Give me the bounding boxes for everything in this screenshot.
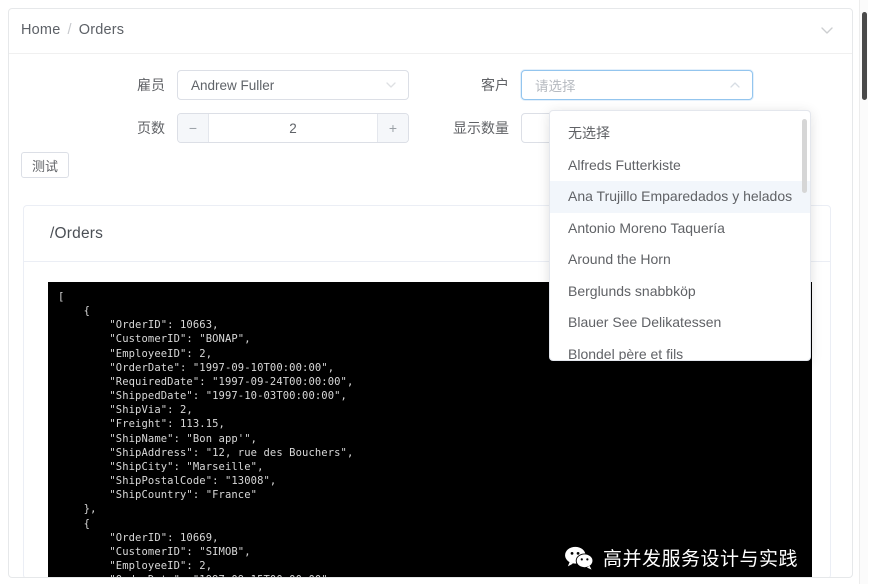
customer-label: 客户 <box>449 75 509 95</box>
dropdown-scrollbar-thumb[interactable] <box>802 119 807 193</box>
form-row-employee: 雇员 Andrew Fuller <box>9 70 409 100</box>
page-scrollbar[interactable] <box>859 0 868 584</box>
test-button[interactable]: 测试 <box>21 152 69 178</box>
customer-dropdown-list: 无选择 Alfreds Futterkiste Ana Trujillo Emp… <box>550 111 810 361</box>
breadcrumb-bar: Home / Orders <box>9 9 852 54</box>
display-count-label: 显示数量 <box>449 118 509 138</box>
page-count-label: 页数 <box>137 118 165 138</box>
page-count-increment-button[interactable]: + <box>377 114 408 142</box>
breadcrumb-item-orders[interactable]: Orders <box>79 22 125 38</box>
card-title: /Orders <box>50 225 103 243</box>
page-count-stepper[interactable]: − 2 + <box>177 113 409 143</box>
page-count-input[interactable]: 2 <box>209 114 377 142</box>
dropdown-item[interactable]: 无选择 <box>550 118 810 150</box>
customer-select-placeholder: 请选择 <box>522 75 576 95</box>
page-count-decrement-button[interactable]: − <box>178 114 209 142</box>
dropdown-item[interactable]: Blondel père et fils <box>550 339 810 362</box>
chevron-down-icon[interactable] <box>818 21 836 39</box>
breadcrumb-item-home[interactable]: Home <box>21 22 60 38</box>
customer-select[interactable]: 请选择 <box>521 70 753 100</box>
breadcrumb: Home / Orders <box>21 22 124 38</box>
dropdown-scrollbar[interactable] <box>802 119 807 355</box>
breadcrumb-separator: / <box>67 22 71 38</box>
page-scrollbar-thumb[interactable] <box>862 12 867 100</box>
chevron-up-icon <box>727 77 743 93</box>
dropdown-item[interactable]: Antonio Moreno Taquería <box>550 213 810 245</box>
dropdown-item[interactable]: Blauer See Delikatessen <box>550 307 810 339</box>
dropdown-item[interactable]: Around the Horn <box>550 244 810 276</box>
app-window: Home/Orders 雇员 Andrew Fuller 客户 请选择 <box>8 8 853 578</box>
employee-label: 雇员 <box>137 75 165 95</box>
form-row-customer: 客户 请选择 <box>449 70 753 100</box>
dropdown-item[interactable]: Alfreds Futterkiste <box>550 150 810 182</box>
customer-dropdown-panel[interactable]: 无选择 Alfreds Futterkiste Ana Trujillo Emp… <box>549 110 811 361</box>
employee-select-value: Andrew Fuller <box>178 78 274 93</box>
employee-select[interactable]: Andrew Fuller <box>177 70 409 100</box>
form-row-page-count: 页数 − 2 + <box>9 113 409 143</box>
dropdown-item[interactable]: Berglunds snabbköp <box>550 276 810 308</box>
chevron-down-icon <box>383 77 399 93</box>
dropdown-item[interactable]: Ana Trujillo Emparedados y helados <box>550 181 810 213</box>
